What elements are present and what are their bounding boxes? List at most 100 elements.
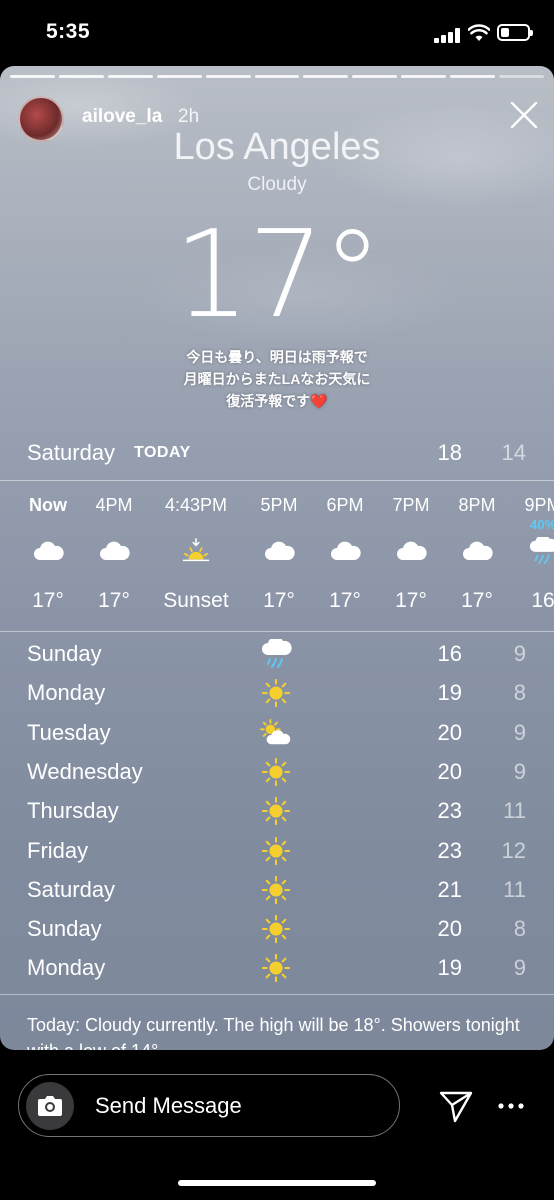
cloud-icon	[329, 537, 361, 567]
today-day: Saturday	[27, 440, 116, 465]
daily-high: 23	[437, 798, 462, 824]
story-card[interactable]: ailove_la 2h Los Angeles Cloudy 17° 今日も曇…	[0, 66, 554, 1050]
cloud-icon	[263, 537, 295, 567]
hourly-temperature: 16	[531, 589, 554, 612]
partly-cloudy-icon	[260, 718, 294, 750]
today-row: Saturday TODAY 18 14	[0, 432, 554, 476]
sun-icon	[260, 796, 294, 828]
daily-day: Saturday	[27, 876, 116, 902]
hourly-time: 5PM	[260, 495, 298, 515]
daily-row: Tuesday 20 9	[0, 715, 554, 754]
daily-low: 12	[501, 837, 526, 863]
story-username[interactable]: ailove_la	[82, 106, 162, 128]
daily-low: 11	[503, 876, 526, 902]
hourly-time: 8PM	[458, 495, 496, 515]
city-name: Los Angeles	[173, 126, 381, 168]
weather-condition: Cloudy	[247, 174, 307, 195]
hourly-temperature: 17°	[395, 589, 427, 612]
today-low: 14	[501, 440, 526, 465]
hourly-time: 7PM	[392, 495, 430, 515]
cellular-signal-icon	[434, 27, 460, 43]
rain-cloud-icon	[527, 534, 554, 567]
daily-day: Sunday	[27, 641, 102, 666]
hourly-temperature: 17°	[329, 589, 361, 612]
daily-row: Saturday 21 11	[0, 872, 554, 911]
hourly-time: 4:43PM	[164, 495, 228, 515]
forecast-summary: Today: Cloudy currently. The high will b…	[27, 1015, 520, 1050]
caption-line: 月曜日からまたLAなお天気に	[183, 371, 371, 387]
caption-line: 復活予報です	[226, 393, 311, 409]
cloud-icon	[395, 537, 427, 567]
sun-icon	[260, 953, 294, 985]
daily-day: Monday	[27, 955, 106, 981]
daily-row: Monday 19 8	[0, 675, 554, 714]
hourly-time: 6PM	[326, 495, 364, 515]
daily-row: Sunday 20 8	[0, 911, 554, 950]
daily-day: Wednesday	[27, 758, 143, 784]
daily-row: Thursday 23 11	[0, 793, 554, 832]
cloud-icon	[32, 537, 64, 567]
cloud-icon	[461, 537, 493, 567]
daily-low: 11	[503, 798, 526, 824]
daily-row: Monday 19 9	[0, 950, 554, 989]
wifi-icon	[468, 24, 490, 41]
hourly-temperature: 17°	[32, 589, 64, 612]
sun-icon	[260, 914, 294, 946]
today-tag: TODAY	[134, 444, 191, 461]
daily-high: 19	[437, 680, 462, 706]
hourly-temperature: 17°	[263, 589, 295, 612]
daily-day: Tuesday	[27, 719, 111, 745]
daily-high: 20	[437, 719, 462, 745]
daily-day: Monday	[27, 680, 106, 706]
sun-icon	[260, 678, 294, 710]
hourly-temperature: Sunset	[163, 589, 229, 612]
send-message-placeholder[interactable]: Send Message	[95, 1093, 242, 1119]
sun-icon	[260, 757, 294, 789]
cloud-icon	[98, 537, 130, 567]
caption-line: 今日も曇り、明日は雨予報で	[186, 349, 368, 365]
today-high: 18	[437, 440, 462, 465]
sun-icon	[260, 875, 294, 907]
hourly-time: Now	[29, 495, 67, 515]
daily-row: Sunday 16 9	[0, 636, 554, 675]
daily-high: 20	[437, 758, 462, 784]
camera-button[interactable]	[26, 1082, 74, 1130]
hourly-forecast[interactable]: Now 17° 4PM 17° 4:43PM Sunset 5PM 17° 6PM 17° 7PM 1…	[0, 481, 554, 631]
daily-high: 21	[437, 876, 462, 902]
sunset-icon	[180, 537, 212, 567]
daily-high: 23	[437, 837, 462, 863]
daily-low: 8	[513, 680, 526, 706]
daily-high: 19	[437, 955, 462, 981]
daily-day: Thursday	[27, 798, 119, 824]
hourly-time: 4PM	[95, 495, 133, 515]
hourly-temperature: 17°	[461, 589, 493, 612]
divider	[0, 631, 554, 632]
daily-row: Friday 23 12	[0, 833, 554, 872]
status-time: 5:35	[46, 20, 91, 43]
more-options-icon[interactable]	[496, 1100, 526, 1112]
daily-low: 8	[513, 916, 526, 942]
daily-day: Sunday	[27, 916, 102, 942]
daily-low: 9	[513, 955, 526, 981]
hourly-time: 9PM	[524, 495, 554, 515]
hourly-temperature: 17°	[98, 589, 130, 612]
story-progress-bar	[10, 75, 544, 78]
daily-row: Wednesday 20 9	[0, 754, 554, 793]
send-icon[interactable]	[438, 1088, 474, 1124]
rain-cloud-icon	[260, 636, 294, 671]
daily-low: 9	[513, 641, 526, 666]
story-caption: 今日も曇り、明日は雨予報で 月曜日からまたLAなお天気に 復活予報です❤️	[0, 346, 554, 412]
divider	[0, 994, 554, 995]
sun-icon	[260, 836, 294, 868]
story-posted-time: 2h	[178, 106, 200, 127]
battery-icon	[497, 24, 533, 41]
heart-emoji: ❤️	[310, 393, 328, 409]
current-temperature: 17°	[173, 206, 383, 345]
daily-day: Friday	[27, 837, 89, 863]
precipitation-chance: 40%	[529, 517, 554, 532]
home-indicator	[178, 1180, 376, 1186]
daily-low: 9	[513, 719, 526, 745]
daily-high: 20	[437, 916, 462, 942]
daily-high: 16	[437, 641, 462, 666]
status-bar: 5:35	[0, 0, 554, 66]
